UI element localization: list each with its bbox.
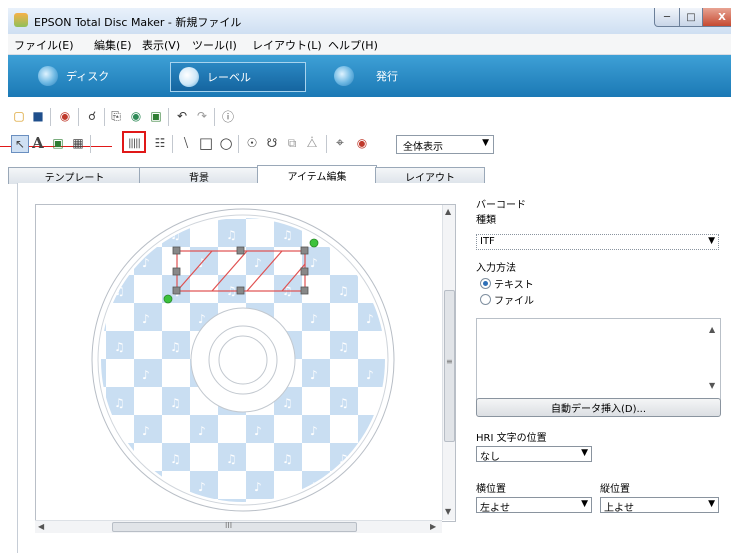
- save-icon[interactable]: ■: [30, 108, 46, 124]
- bring-front-icon[interactable]: ⧉: [284, 135, 300, 151]
- input-method-label: 入力方法: [476, 263, 516, 274]
- panel-heading: バーコード: [476, 200, 526, 211]
- horizontal-position-value: 左よせ: [480, 503, 510, 514]
- help-icon[interactable]: ⓘ: [220, 108, 236, 124]
- publish-icon: [334, 66, 354, 86]
- hri-position-value: なし: [480, 452, 500, 463]
- send-back-icon[interactable]: ⧊: [304, 135, 320, 151]
- export-icon[interactable]: ▣: [148, 108, 164, 124]
- tab-template[interactable]: テンプレート: [8, 167, 141, 184]
- title-bar: EPSON Total Disc Maker - 新規ファイル ─ □ X: [8, 8, 731, 35]
- hscroll-thumb[interactable]: III: [112, 521, 357, 532]
- radio-file-label: ファイル: [494, 296, 534, 307]
- align-center-icon[interactable]: ☉: [244, 135, 260, 151]
- hri-position-select[interactable]: なし ▼: [476, 446, 592, 463]
- chevron-down-icon: ▼: [708, 499, 715, 509]
- vertical-position-label: 縦位置: [600, 484, 630, 495]
- mode-bar: ディスク レーベル 発行: [8, 55, 731, 97]
- align-middle-icon[interactable]: ☋: [264, 135, 280, 151]
- horizontal-position-select[interactable]: 左よせ ▼: [476, 497, 592, 514]
- copy-icon[interactable]: ⎘: [108, 108, 124, 124]
- nav-publish[interactable]: 発行: [334, 63, 398, 89]
- radio-text[interactable]: [480, 278, 491, 289]
- auto-data-insert-button[interactable]: 自動データ挿入(D)...: [476, 398, 721, 417]
- ellipse-tool-icon[interactable]: ○: [218, 134, 234, 152]
- menu-tools[interactable]: ツール(I): [192, 37, 237, 53]
- properties-icon[interactable]: ☌: [84, 108, 100, 124]
- vertical-position-value: 上よせ: [604, 503, 634, 514]
- menu-help[interactable]: ヘルプ(H): [328, 37, 378, 53]
- nav-disc-label: ディスク: [66, 70, 110, 83]
- nav-label-text: レーベル: [207, 71, 251, 84]
- disc-view-icon[interactable]: ◉: [354, 135, 370, 151]
- radio-file[interactable]: [480, 294, 491, 305]
- crop-icon[interactable]: ⌖: [332, 135, 348, 151]
- redo-icon[interactable]: ↷: [194, 108, 210, 124]
- menu-view[interactable]: 表示(V): [142, 37, 180, 53]
- chevron-down-icon: ▼: [581, 448, 588, 458]
- hri-position-label: HRI 文字の位置: [476, 433, 547, 444]
- label-icon: [179, 67, 199, 87]
- grid-tool-icon[interactable]: ▦: [70, 135, 86, 151]
- print-preview-icon[interactable]: ◉: [57, 108, 73, 124]
- disc-preview: ♪ ♫: [36, 205, 443, 521]
- canvas-vertical-scrollbar[interactable]: ▲ ≡ ▼: [442, 205, 455, 520]
- open-folder-icon[interactable]: ▢: [11, 108, 27, 124]
- barcode-type-select[interactable]: ITF ▼: [476, 234, 719, 250]
- vscroll-thumb[interactable]: ≡: [444, 290, 455, 442]
- import-icon[interactable]: ◉: [128, 108, 144, 124]
- select-cursor-icon[interactable]: ↖: [11, 135, 29, 153]
- disc-icon: [38, 66, 58, 86]
- undo-icon[interactable]: ↶: [174, 108, 190, 124]
- canvas-horizontal-scrollbar[interactable]: ◀ III ▶: [35, 520, 442, 533]
- chevron-down-icon: ▼: [482, 138, 489, 148]
- label-canvas[interactable]: ♪ ♫: [35, 204, 456, 522]
- rectangle-tool-icon[interactable]: □: [198, 134, 214, 152]
- menu-edit[interactable]: 編集(E): [94, 37, 132, 53]
- barcode-data-textarea[interactable]: ▲ ▼: [476, 318, 721, 402]
- main-toolbar: ▢ ■ ◉ ☌ ⎘ ◉ ▣ ↶ ↷ ⓘ: [8, 106, 731, 128]
- minimize-button[interactable]: ─: [654, 8, 680, 27]
- menu-file[interactable]: ファイル(E): [14, 37, 74, 53]
- text-tool-icon[interactable]: A: [30, 134, 46, 152]
- nav-disc[interactable]: ディスク: [38, 63, 109, 89]
- tab-background[interactable]: 背景: [139, 167, 259, 184]
- nav-publish-label: 発行: [376, 70, 398, 83]
- vertical-position-select[interactable]: 上よせ ▼: [600, 497, 719, 514]
- app-icon: [14, 13, 28, 27]
- barcode-highlight: [122, 131, 146, 153]
- radio-text-label: テキスト: [494, 280, 534, 291]
- menu-bar: ファイル(E) 編集(E) 表示(V) ツール(I) レイアウト(L) ヘルプ(…: [8, 34, 731, 55]
- item-toolbar: ↖ A ▣ ▦ ||||| ☷ ⧵ □ ○ ☉ ☋ ⧉ ⧊ ⌖ ◉ 全体表示 ▼: [8, 131, 731, 157]
- chevron-down-icon: ▼: [581, 499, 588, 509]
- nav-label[interactable]: レーベル: [170, 62, 306, 92]
- tab-layout[interactable]: レイアウト: [375, 167, 485, 184]
- tree-tool-icon[interactable]: ☷: [152, 135, 168, 151]
- barcode-type-value: ITF: [480, 236, 495, 247]
- type-label: 種類: [476, 215, 496, 226]
- tab-item-edit[interactable]: アイテム編集: [257, 165, 377, 185]
- maximize-button[interactable]: □: [679, 8, 703, 27]
- zoom-select[interactable]: 全体表示 ▼: [396, 135, 494, 154]
- zoom-select-value: 全体表示: [403, 142, 443, 153]
- horizontal-position-label: 横位置: [476, 484, 506, 495]
- close-button[interactable]: X: [702, 8, 731, 27]
- tab-bar: テンプレート 背景 アイテム編集 レイアウト: [8, 165, 731, 185]
- image-tool-icon[interactable]: ▣: [50, 135, 66, 151]
- window-title: EPSON Total Disc Maker - 新規ファイル: [34, 16, 242, 29]
- line-tool-icon[interactable]: ⧵: [178, 134, 194, 152]
- menu-layout[interactable]: レイアウト(L): [252, 37, 322, 53]
- chevron-down-icon: ▼: [708, 236, 715, 246]
